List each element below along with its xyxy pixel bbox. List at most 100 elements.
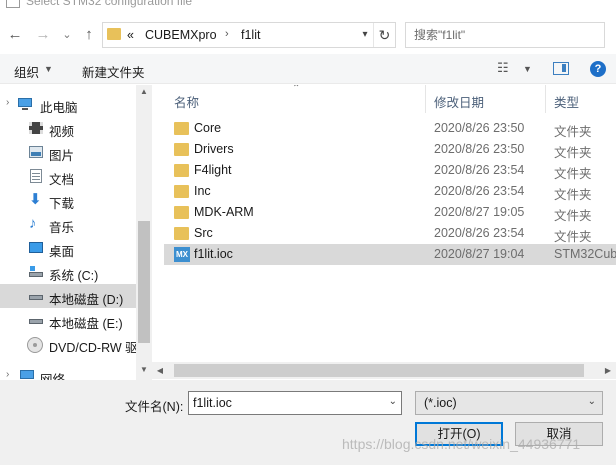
folder-icon <box>174 185 189 198</box>
breadcrumb-item-f1lit[interactable]: f1lit <box>241 28 260 42</box>
system-drive-icon <box>29 265 43 279</box>
file-row[interactable]: Drivers 2020/8/26 23:50 文件夹 <box>164 139 616 160</box>
sidebar-item-downloads[interactable]: ⬇ 下载 <box>0 188 136 212</box>
sidebar-item-label: 音乐 <box>49 221 75 235</box>
sort-ascending-icon: ⌃ <box>292 85 301 94</box>
command-toolbar: 组织 ▼ 新建文件夹 ☷ ▼ ? <box>0 54 616 84</box>
organize-menu[interactable]: 组织 <box>14 62 39 81</box>
back-arrow-icon[interactable]: ← <box>6 26 24 44</box>
search-input[interactable] <box>414 28 584 42</box>
sidebar-item-drive-e[interactable]: 本地磁盘 (E:) <box>0 308 136 332</box>
video-icon <box>29 121 43 135</box>
folder-icon <box>174 227 189 240</box>
folder-icon <box>174 143 189 156</box>
file-row-selected[interactable]: MX f1lit.ioc 2020/8/27 19:04 STM32Cub <box>164 244 616 265</box>
desktop-icon <box>29 241 43 255</box>
sidebar-item-label: 系统 (C:) <box>49 269 99 283</box>
drive-icon <box>29 313 43 327</box>
sidebar-item-label: 下载 <box>49 197 75 211</box>
sidebar-item-label: 图片 <box>49 149 75 163</box>
sidebar-scrollbar[interactable]: ▲ ▼ <box>136 85 152 380</box>
file-row[interactable]: Inc 2020/8/26 23:54 文件夹 <box>164 181 616 202</box>
file-row[interactable]: MDK-ARM 2020/8/27 19:05 文件夹 <box>164 202 616 223</box>
preview-pane-icon[interactable] <box>553 62 569 75</box>
up-folder-icon[interactable]: ↑ <box>80 26 98 44</box>
address-bar[interactable]: « CUBEMXpro › f1lit ▾ ↻ <box>102 22 396 48</box>
refresh-icon[interactable]: ↻ <box>373 23 395 47</box>
file-row[interactable]: Core 2020/8/26 23:50 文件夹 <box>164 118 616 139</box>
scroll-left-icon[interactable]: ◀ <box>152 362 168 379</box>
file-date: 2020/8/27 19:04 <box>434 247 525 261</box>
file-name: Core <box>194 121 222 135</box>
sidebar-item-videos[interactable]: 视频 <box>0 116 136 140</box>
column-header-type[interactable]: 类型 <box>554 92 579 120</box>
organize-dropdown-icon[interactable]: ▼ <box>44 64 53 74</box>
file-date: 2020/8/27 19:05 <box>434 205 525 219</box>
column-divider[interactable] <box>545 85 546 113</box>
sidebar-item-dvd[interactable]: DVD/CD-RW 驱 <box>0 332 138 356</box>
sidebar-item-label: 网络 <box>40 373 66 380</box>
scroll-down-icon[interactable]: ▼ <box>136 363 152 377</box>
sidebar-item-music[interactable]: ♪ 音乐 <box>0 212 136 236</box>
filename-label: 文件名(N): <box>125 400 184 414</box>
filetype-select[interactable]: (*.ioc) ⌄ <box>415 391 603 415</box>
file-row[interactable]: F4light 2020/8/26 23:54 文件夹 <box>164 160 616 181</box>
sidebar-item-label: 桌面 <box>49 245 75 259</box>
expand-chevron-icon[interactable]: › <box>6 97 9 108</box>
picture-icon <box>29 145 43 159</box>
sidebar-item-label: 视频 <box>49 125 75 139</box>
sidebar-item-drive-d[interactable]: 本地磁盘 (D:) <box>0 284 136 308</box>
horizontal-scrollbar[interactable]: ◀ ▶ <box>152 362 616 379</box>
chevron-down-icon[interactable]: ⌄ <box>588 396 596 407</box>
breadcrumb-item-cubemxpro[interactable]: CUBEMXpro <box>145 28 217 42</box>
column-header-modified[interactable]: 修改日期 <box>434 92 484 120</box>
new-folder-button[interactable]: 新建文件夹 <box>82 62 145 81</box>
file-type: 文件夹 <box>554 209 592 223</box>
filename-input[interactable] <box>193 396 373 410</box>
file-row[interactable]: Src 2020/8/26 23:54 文件夹 <box>164 223 616 244</box>
search-box[interactable] <box>405 22 605 48</box>
breadcrumb-overflow[interactable]: « <box>127 28 134 42</box>
file-name: MDK-ARM <box>194 205 254 219</box>
sidebar-item-network[interactable]: › 网络 <box>0 364 136 380</box>
column-divider[interactable] <box>425 85 426 113</box>
scroll-right-icon[interactable]: ▶ <box>600 362 616 379</box>
help-icon[interactable]: ? <box>590 61 606 77</box>
file-name: Drivers <box>194 142 234 156</box>
expand-chevron-icon[interactable]: › <box>6 369 9 380</box>
download-icon: ⬇ <box>29 191 42 208</box>
view-dropdown-icon[interactable]: ▼ <box>523 64 532 74</box>
sidebar-item-pictures[interactable]: 图片 <box>0 140 136 164</box>
app-icon <box>6 0 20 8</box>
file-type: 文件夹 <box>554 125 592 139</box>
view-options-icon[interactable]: ☷ <box>497 60 509 76</box>
forward-arrow-icon[interactable]: → <box>34 26 52 44</box>
dialog-footer: 文件名(N): ⌄ (*.ioc) ⌄ 打开(O) 取消 https://blo… <box>0 380 616 465</box>
sidebar-item-label: 本地磁盘 (E:) <box>49 317 123 331</box>
recent-locations-dropdown-icon[interactable]: ⌄ <box>58 26 76 44</box>
file-name: Inc <box>194 184 211 198</box>
window-title: Select STM32 configuration file <box>26 0 193 8</box>
file-name: F4light <box>194 163 232 177</box>
navigation-bar: ← → ⌄ ↑ « CUBEMXpro › f1lit ▾ ↻ <box>0 18 616 52</box>
computer-icon <box>18 97 32 111</box>
title-bar: Select STM32 configuration file <box>0 0 616 14</box>
scroll-up-icon[interactable]: ▲ <box>136 85 152 99</box>
address-dropdown-icon[interactable]: ▾ <box>357 26 373 44</box>
sidebar-item-desktop[interactable]: 桌面 <box>0 236 136 260</box>
breadcrumb-separator-icon[interactable]: › <box>225 28 229 40</box>
filename-combobox[interactable]: ⌄ <box>188 391 402 415</box>
filetype-value: (*.ioc) <box>424 396 457 410</box>
sidebar-item-label: DVD/CD-RW 驱 <box>49 341 138 355</box>
dvd-icon <box>27 337 43 353</box>
sidebar-item-label: 本地磁盘 (D:) <box>49 293 124 307</box>
scroll-thumb[interactable] <box>174 364 584 377</box>
folder-icon <box>174 206 189 219</box>
sidebar-item-this-pc[interactable]: › 此电脑 <box>0 92 136 116</box>
column-header-name[interactable]: 名称 <box>174 92 199 120</box>
sidebar-item-drive-c[interactable]: 系统 (C:) <box>0 260 136 284</box>
sidebar-item-documents[interactable]: 文档 <box>0 164 136 188</box>
chevron-down-icon[interactable]: ⌄ <box>389 396 397 407</box>
scroll-thumb[interactable] <box>138 221 150 343</box>
folder-icon <box>174 122 189 135</box>
